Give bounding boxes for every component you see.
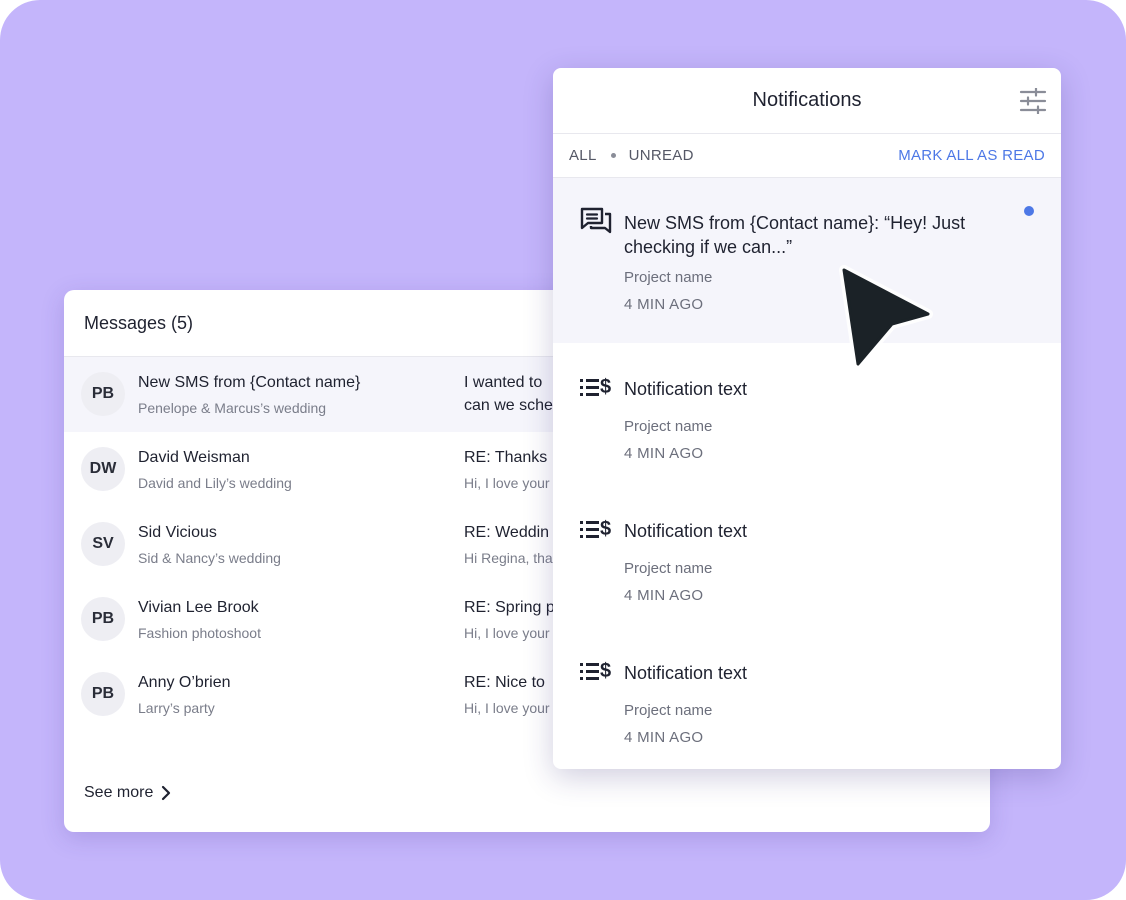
avatar: PB: [81, 672, 125, 716]
notification-project: Project name: [624, 560, 713, 577]
svg-text:$: $: [600, 376, 611, 398]
notification-project: Project name: [624, 702, 713, 719]
message-project: Larry’s party: [138, 700, 215, 716]
message-subject: RE: Spring p: [464, 599, 555, 616]
message-sender: David Weisman: [138, 449, 250, 466]
notification-time: 4 MIN AGO: [624, 729, 704, 746]
unread-indicator: [1024, 206, 1034, 216]
message-project: Penelope & Marcus’s wedding: [138, 400, 327, 416]
notifications-title: Notifications: [752, 89, 862, 111]
background-canvas: Messages (5) PB New SMS from {Contact na…: [0, 0, 1126, 900]
notification-time: 4 MIN AGO: [624, 296, 704, 313]
message-preview: Hi, I love your: [464, 475, 550, 491]
message-preview: Hi, I love your: [464, 700, 550, 716]
message-sender: Sid Vicious: [138, 524, 217, 541]
mark-all-read-button[interactable]: MARK ALL AS READ: [898, 147, 1045, 164]
notifications-header: Notifications: [553, 68, 1061, 134]
avatar: DW: [81, 447, 125, 491]
message-subject: RE: Weddin: [464, 524, 550, 541]
list-dollar-icon: $: [580, 376, 611, 398]
message-project: Fashion photoshoot: [138, 625, 261, 641]
messages-title: Messages (5): [84, 312, 194, 333]
svg-text:$: $: [600, 518, 611, 540]
message-subject: I wanted to: [464, 374, 543, 391]
avatar: PB: [81, 597, 125, 641]
notification-text: Notification text: [624, 379, 748, 399]
message-sender: Anny O’brien: [138, 674, 231, 691]
avatar: PB: [81, 372, 125, 416]
see-more-label: See more: [84, 784, 154, 801]
notification-filter-tabs: ALL UNREAD MARK ALL AS READ: [553, 134, 1061, 178]
chat-icon: [580, 207, 612, 234]
message-sender: Vivian Lee Brook: [138, 599, 259, 616]
tab-unread[interactable]: UNREAD: [629, 147, 694, 164]
notification-text: Notification text: [624, 521, 748, 541]
message-preview: can we sche: [464, 397, 553, 414]
message-sender: New SMS from {Contact name}: [138, 374, 361, 391]
notifications-panel: Notifications ALL UNREAD MARK ALL AS REA…: [553, 68, 1061, 769]
message-subject: RE: Nice to: [464, 674, 545, 691]
notification-item[interactable]: $ Notification text Project name 4 MIN A…: [553, 343, 1061, 485]
notification-project: Project name: [624, 269, 713, 286]
notification-time: 4 MIN AGO: [624, 587, 704, 604]
list-dollar-icon: $: [580, 518, 611, 540]
avatar: SV: [81, 522, 125, 566]
notification-item[interactable]: New SMS from {Contact name}: “Hey! Just …: [553, 178, 1061, 343]
message-preview: Hi, I love your: [464, 625, 550, 641]
message-project: David and Lily’s wedding: [138, 475, 292, 491]
notification-time: 4 MIN AGO: [624, 445, 704, 462]
see-more-link[interactable]: See more: [84, 784, 171, 802]
message-subject: RE: Thanks: [464, 449, 548, 466]
chevron-right-icon: [162, 785, 171, 801]
notification-text: Notification text: [624, 663, 748, 683]
sliders-icon[interactable]: [1019, 88, 1047, 114]
notification-item[interactable]: $ Notification text Project name 4 MIN A…: [553, 485, 1061, 627]
notification-text: New SMS from {Contact name}: “Hey! Just …: [624, 213, 966, 257]
message-project: Sid & Nancy’s wedding: [138, 550, 281, 566]
mouse-cursor-icon: [839, 265, 933, 369]
notification-project: Project name: [624, 418, 713, 435]
tab-separator-dot: [610, 153, 616, 158]
notification-item[interactable]: $ Notification text Project name 4 MIN A…: [553, 627, 1061, 769]
message-preview: Hi Regina, tha: [464, 550, 553, 566]
svg-text:$: $: [600, 660, 611, 682]
list-dollar-icon: $: [580, 660, 611, 682]
tab-all[interactable]: ALL: [569, 147, 597, 164]
